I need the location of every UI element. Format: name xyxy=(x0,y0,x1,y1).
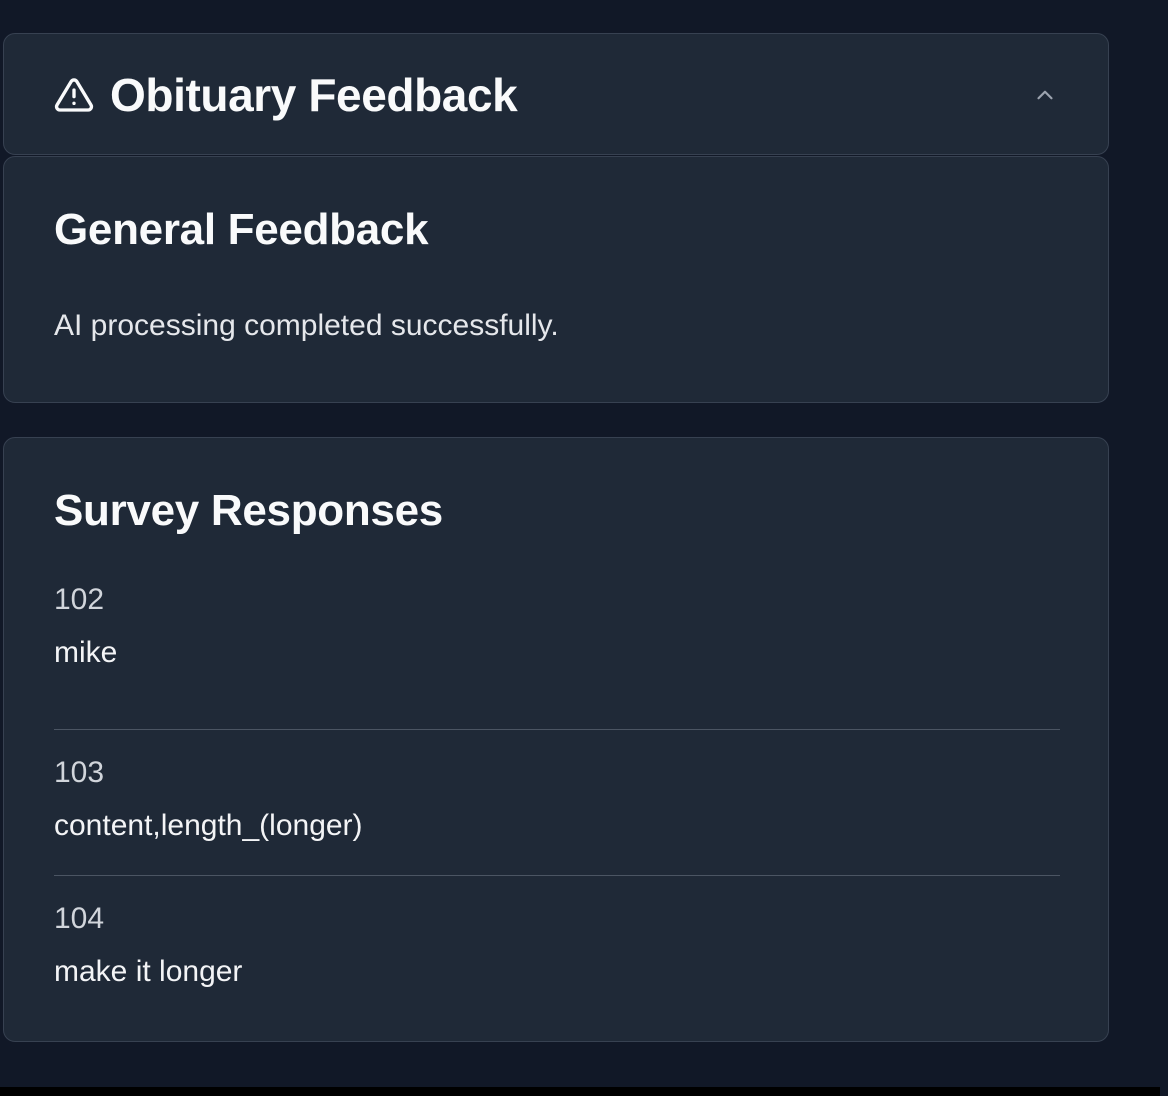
general-feedback-card: General Feedback AI processing completed… xyxy=(3,156,1109,403)
header-row: Obituary Feedback xyxy=(54,34,1058,156)
survey-responses-title: Survey Responses xyxy=(54,486,443,535)
obituary-feedback-header[interactable]: Obituary Feedback xyxy=(3,33,1109,155)
responses-list: 102 mike 103 content,length_(longer) 104… xyxy=(54,583,1060,1021)
response-item: 104 make it longer xyxy=(54,875,1060,1021)
response-item: 103 content,length_(longer) xyxy=(54,729,1060,875)
response-id: 103 xyxy=(54,756,105,789)
general-feedback-text: AI processing completed successfully. xyxy=(54,309,559,342)
warning-triangle-icon xyxy=(54,75,94,115)
response-text: make it longer xyxy=(54,955,243,988)
response-item: 102 mike xyxy=(54,583,1060,729)
general-feedback-title: General Feedback xyxy=(54,205,429,254)
header-title: Obituary Feedback xyxy=(110,69,518,121)
response-id: 102 xyxy=(54,583,105,616)
response-text: mike xyxy=(54,636,118,669)
chevron-up-icon[interactable] xyxy=(1032,82,1058,108)
response-id: 104 xyxy=(54,902,105,935)
response-text: content,length_(longer) xyxy=(54,809,363,842)
bottom-edge-bar xyxy=(0,1087,1160,1096)
survey-responses-card: Survey Responses 102 mike 103 content,le… xyxy=(3,437,1109,1042)
